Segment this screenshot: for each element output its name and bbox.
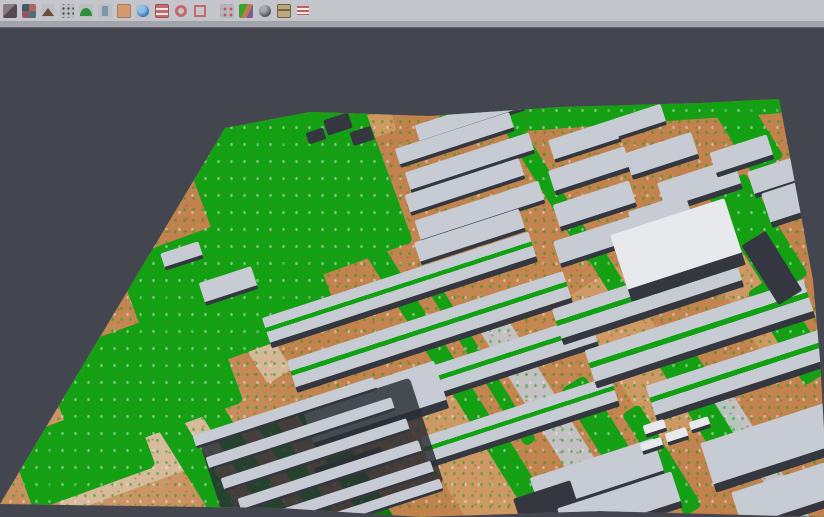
classify-icon <box>22 4 36 18</box>
target-button[interactable] <box>172 2 190 20</box>
texture-button[interactable] <box>275 2 293 20</box>
orthophoto-button[interactable] <box>115 2 133 20</box>
markers-button[interactable] <box>218 2 236 20</box>
terrain-icon <box>41 4 55 18</box>
profile-button[interactable] <box>96 2 114 20</box>
globe-button[interactable] <box>134 2 152 20</box>
layers-icon <box>155 4 169 18</box>
viewport-3d[interactable] <box>0 28 824 517</box>
markers-icon <box>220 4 234 18</box>
point-cloud-button[interactable] <box>58 2 76 20</box>
texture-icon <box>277 4 291 18</box>
terrain-model <box>0 28 824 517</box>
select-icon <box>3 4 17 18</box>
flag-button[interactable] <box>294 2 312 20</box>
vegetation-icon <box>79 4 93 18</box>
globe-icon <box>136 4 150 18</box>
toolbar-divider <box>0 21 824 28</box>
profile-icon <box>98 4 112 18</box>
flag-icon <box>296 4 310 18</box>
point-cloud-icon <box>60 4 74 18</box>
vegetation-patch <box>8 396 156 511</box>
classification-map-button[interactable] <box>237 2 255 20</box>
vegetation-button[interactable] <box>77 2 95 20</box>
sphere-button[interactable] <box>256 2 274 20</box>
select-button[interactable] <box>1 2 19 20</box>
target-icon <box>174 4 188 18</box>
zoom-region-button[interactable] <box>191 2 209 20</box>
layers-button[interactable] <box>153 2 171 20</box>
toolbar <box>0 0 824 21</box>
orthophoto-icon <box>117 4 131 18</box>
classify-button[interactable] <box>20 2 38 20</box>
zoom-region-icon <box>193 4 207 18</box>
terrain-button[interactable] <box>39 2 57 20</box>
classification-map-icon <box>239 4 253 18</box>
sphere-icon <box>258 4 272 18</box>
application-window <box>0 0 824 517</box>
